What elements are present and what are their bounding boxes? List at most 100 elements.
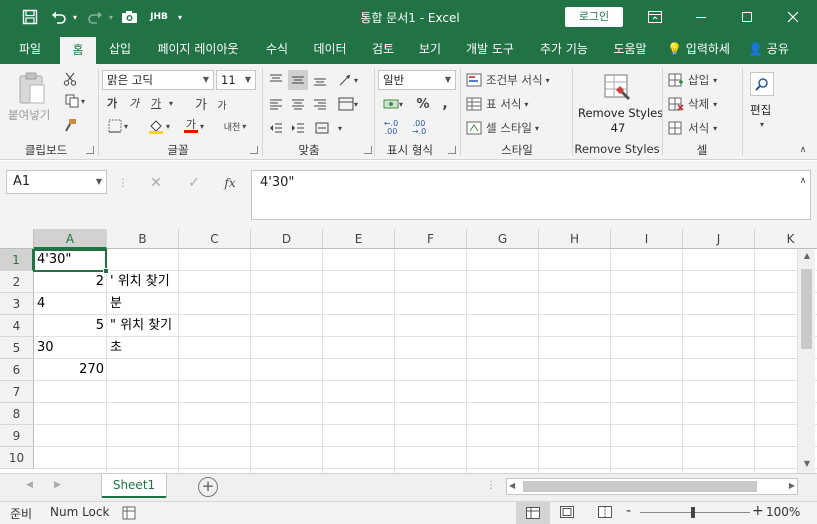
align-top-icon[interactable] xyxy=(266,70,286,90)
custom-macro-label[interactable]: JHB xyxy=(146,6,172,28)
remove-styles-icon[interactable] xyxy=(600,70,634,104)
cancel-entry-icon[interactable]: ✕ xyxy=(144,173,168,193)
phonetic-button[interactable]: 내천 ▾ xyxy=(220,116,250,136)
increase-indent-icon[interactable] xyxy=(288,118,308,138)
font-color-button[interactable]: 가 ▾ xyxy=(180,116,208,136)
zoom-slider-thumb[interactable] xyxy=(691,507,695,518)
redo-dropdown-icon[interactable]: ▾ xyxy=(106,6,116,28)
cell-a2[interactable]: 2 xyxy=(34,271,107,293)
underline-dropdown-icon[interactable]: ▾ xyxy=(166,94,176,112)
vertical-scroll-thumb[interactable] xyxy=(801,269,812,349)
horizontal-scroll-thumb[interactable] xyxy=(523,481,757,492)
find-search-icon[interactable] xyxy=(750,72,774,96)
merge-center-icon[interactable] xyxy=(312,118,332,138)
cell-a5[interactable]: 30 xyxy=(34,337,57,359)
paste-label[interactable]: 붙여넣기 xyxy=(8,107,50,123)
remove-styles-label[interactable]: Remove Styles xyxy=(578,106,663,120)
formula-input[interactable]: 4'30" xyxy=(251,170,811,220)
cell-b3[interactable]: 분 xyxy=(107,293,125,315)
macro-record-icon[interactable] xyxy=(122,506,136,523)
wrap-text-icon[interactable]: ▾ xyxy=(334,94,362,114)
column-header-k[interactable]: K xyxy=(755,229,817,249)
format-as-table-button[interactable]: 표 서식 ▾ xyxy=(466,94,546,114)
clipboard-launcher-icon[interactable] xyxy=(86,146,94,154)
column-header-a[interactable]: A xyxy=(34,229,107,249)
column-header-j[interactable]: J xyxy=(683,229,755,249)
maximize-icon[interactable] xyxy=(724,0,770,34)
row-header-5[interactable]: 5 xyxy=(0,337,34,359)
next-sheet-icon[interactable]: ▶ xyxy=(54,480,61,490)
tab-view[interactable]: 보기 xyxy=(410,34,450,64)
column-header-g[interactable]: G xyxy=(467,229,539,249)
orientation-icon[interactable]: ▾ xyxy=(334,70,362,90)
zoom-slider-track[interactable] xyxy=(640,512,750,513)
minimize-icon[interactable] xyxy=(678,0,724,34)
increase-decimal-icon[interactable]: ←.0.00 xyxy=(378,118,404,138)
prev-sheet-icon[interactable]: ◀ xyxy=(26,480,33,490)
login-button[interactable]: 로그인 xyxy=(565,7,623,27)
decrease-indent-icon[interactable] xyxy=(266,118,286,138)
font-launcher-icon[interactable] xyxy=(250,146,258,154)
formula-bar-grip-icon[interactable]: ⋮ xyxy=(118,174,128,192)
copy-icon[interactable]: ▾ xyxy=(60,92,90,110)
normal-view-icon[interactable] xyxy=(516,502,550,524)
grow-font-button[interactable]: 가 xyxy=(192,94,210,113)
accounting-format-icon[interactable]: ▾ xyxy=(378,94,408,114)
tab-insert[interactable]: 삽입 xyxy=(100,34,140,64)
tab-formulas[interactable]: 수식 xyxy=(256,34,298,64)
cell-a6[interactable]: 270 xyxy=(34,359,107,381)
row-header-4[interactable]: 4 xyxy=(0,315,34,337)
cell-styles-button[interactable]: 셀 스타일 ▾ xyxy=(466,118,556,138)
shrink-font-button[interactable]: 가 xyxy=(214,96,230,112)
column-header-d[interactable]: D xyxy=(251,229,323,249)
scroll-left-icon[interactable]: ◀ xyxy=(509,481,515,490)
row-header-6[interactable]: 6 xyxy=(0,359,34,381)
page-break-view-icon[interactable] xyxy=(598,506,612,521)
delete-cells-button[interactable]: 삭제 ▾ xyxy=(668,94,732,114)
alignment-launcher-icon[interactable] xyxy=(364,146,372,154)
name-box[interactable]: A1 ▼ xyxy=(6,170,107,194)
bold-button[interactable]: 가 xyxy=(104,94,120,112)
cell-b5[interactable]: 초 xyxy=(107,337,125,359)
comma-style-icon[interactable]: , xyxy=(436,94,454,114)
redo-icon[interactable] xyxy=(84,6,106,28)
insert-cells-button[interactable]: 삽입 ▾ xyxy=(668,70,732,90)
row-header-7[interactable]: 7 xyxy=(0,381,34,403)
row-header-2[interactable]: 2 xyxy=(0,271,34,293)
percent-style-icon[interactable]: % xyxy=(414,94,432,114)
format-painter-icon[interactable] xyxy=(60,116,80,134)
undo-dropdown-icon[interactable]: ▾ xyxy=(70,6,80,28)
cell-b2[interactable]: ' 위치 찾기 xyxy=(107,271,173,293)
tab-split-grip-icon[interactable]: ⋮ xyxy=(486,480,496,491)
page-layout-view-icon[interactable] xyxy=(560,506,574,521)
editing-label[interactable]: 편집 xyxy=(750,102,771,118)
row-header-3[interactable]: 3 xyxy=(0,293,34,315)
zoom-level[interactable]: 100% xyxy=(766,505,800,519)
cut-icon[interactable] xyxy=(60,70,80,88)
tab-review[interactable]: 검토 xyxy=(362,34,404,64)
number-format-select[interactable]: 일반 ▼ xyxy=(378,70,456,90)
cell-a3[interactable]: 4 xyxy=(34,293,48,315)
scroll-up-icon[interactable]: ▲ xyxy=(801,251,813,263)
row-header-8[interactable]: 8 xyxy=(0,403,34,425)
row-header-9[interactable]: 9 xyxy=(0,425,34,447)
zoom-out-button[interactable]: - xyxy=(626,503,631,519)
confirm-entry-icon[interactable]: ✓ xyxy=(182,173,206,193)
tab-data[interactable]: 데이터 xyxy=(304,34,356,64)
tab-file[interactable]: 파일 xyxy=(8,34,52,64)
format-cells-button[interactable]: 서식 ▾ xyxy=(668,118,732,138)
editing-dropdown-icon[interactable]: ▾ xyxy=(756,118,768,130)
ribbon-display-options-icon[interactable] xyxy=(632,0,678,34)
horizontal-scrollbar[interactable]: ◀ ▶ xyxy=(506,478,798,495)
fill-color-icon[interactable]: ▾ xyxy=(146,116,172,136)
share-button[interactable]: 👤 공유 xyxy=(748,34,789,64)
tab-add-ins[interactable]: 추가 기능 xyxy=(530,34,598,64)
column-header-h[interactable]: H xyxy=(539,229,611,249)
tab-home[interactable]: 홈 xyxy=(60,37,96,64)
row-header-10[interactable]: 10 xyxy=(0,447,34,469)
paste-icon[interactable] xyxy=(14,70,50,106)
tell-me-search[interactable]: 💡 입력하세 xyxy=(667,34,730,64)
select-all-corner[interactable] xyxy=(0,229,34,249)
conditional-formatting-button[interactable]: 조건부 서식 ▾ xyxy=(466,70,566,90)
customize-qat-icon[interactable]: ▾ xyxy=(174,6,186,28)
